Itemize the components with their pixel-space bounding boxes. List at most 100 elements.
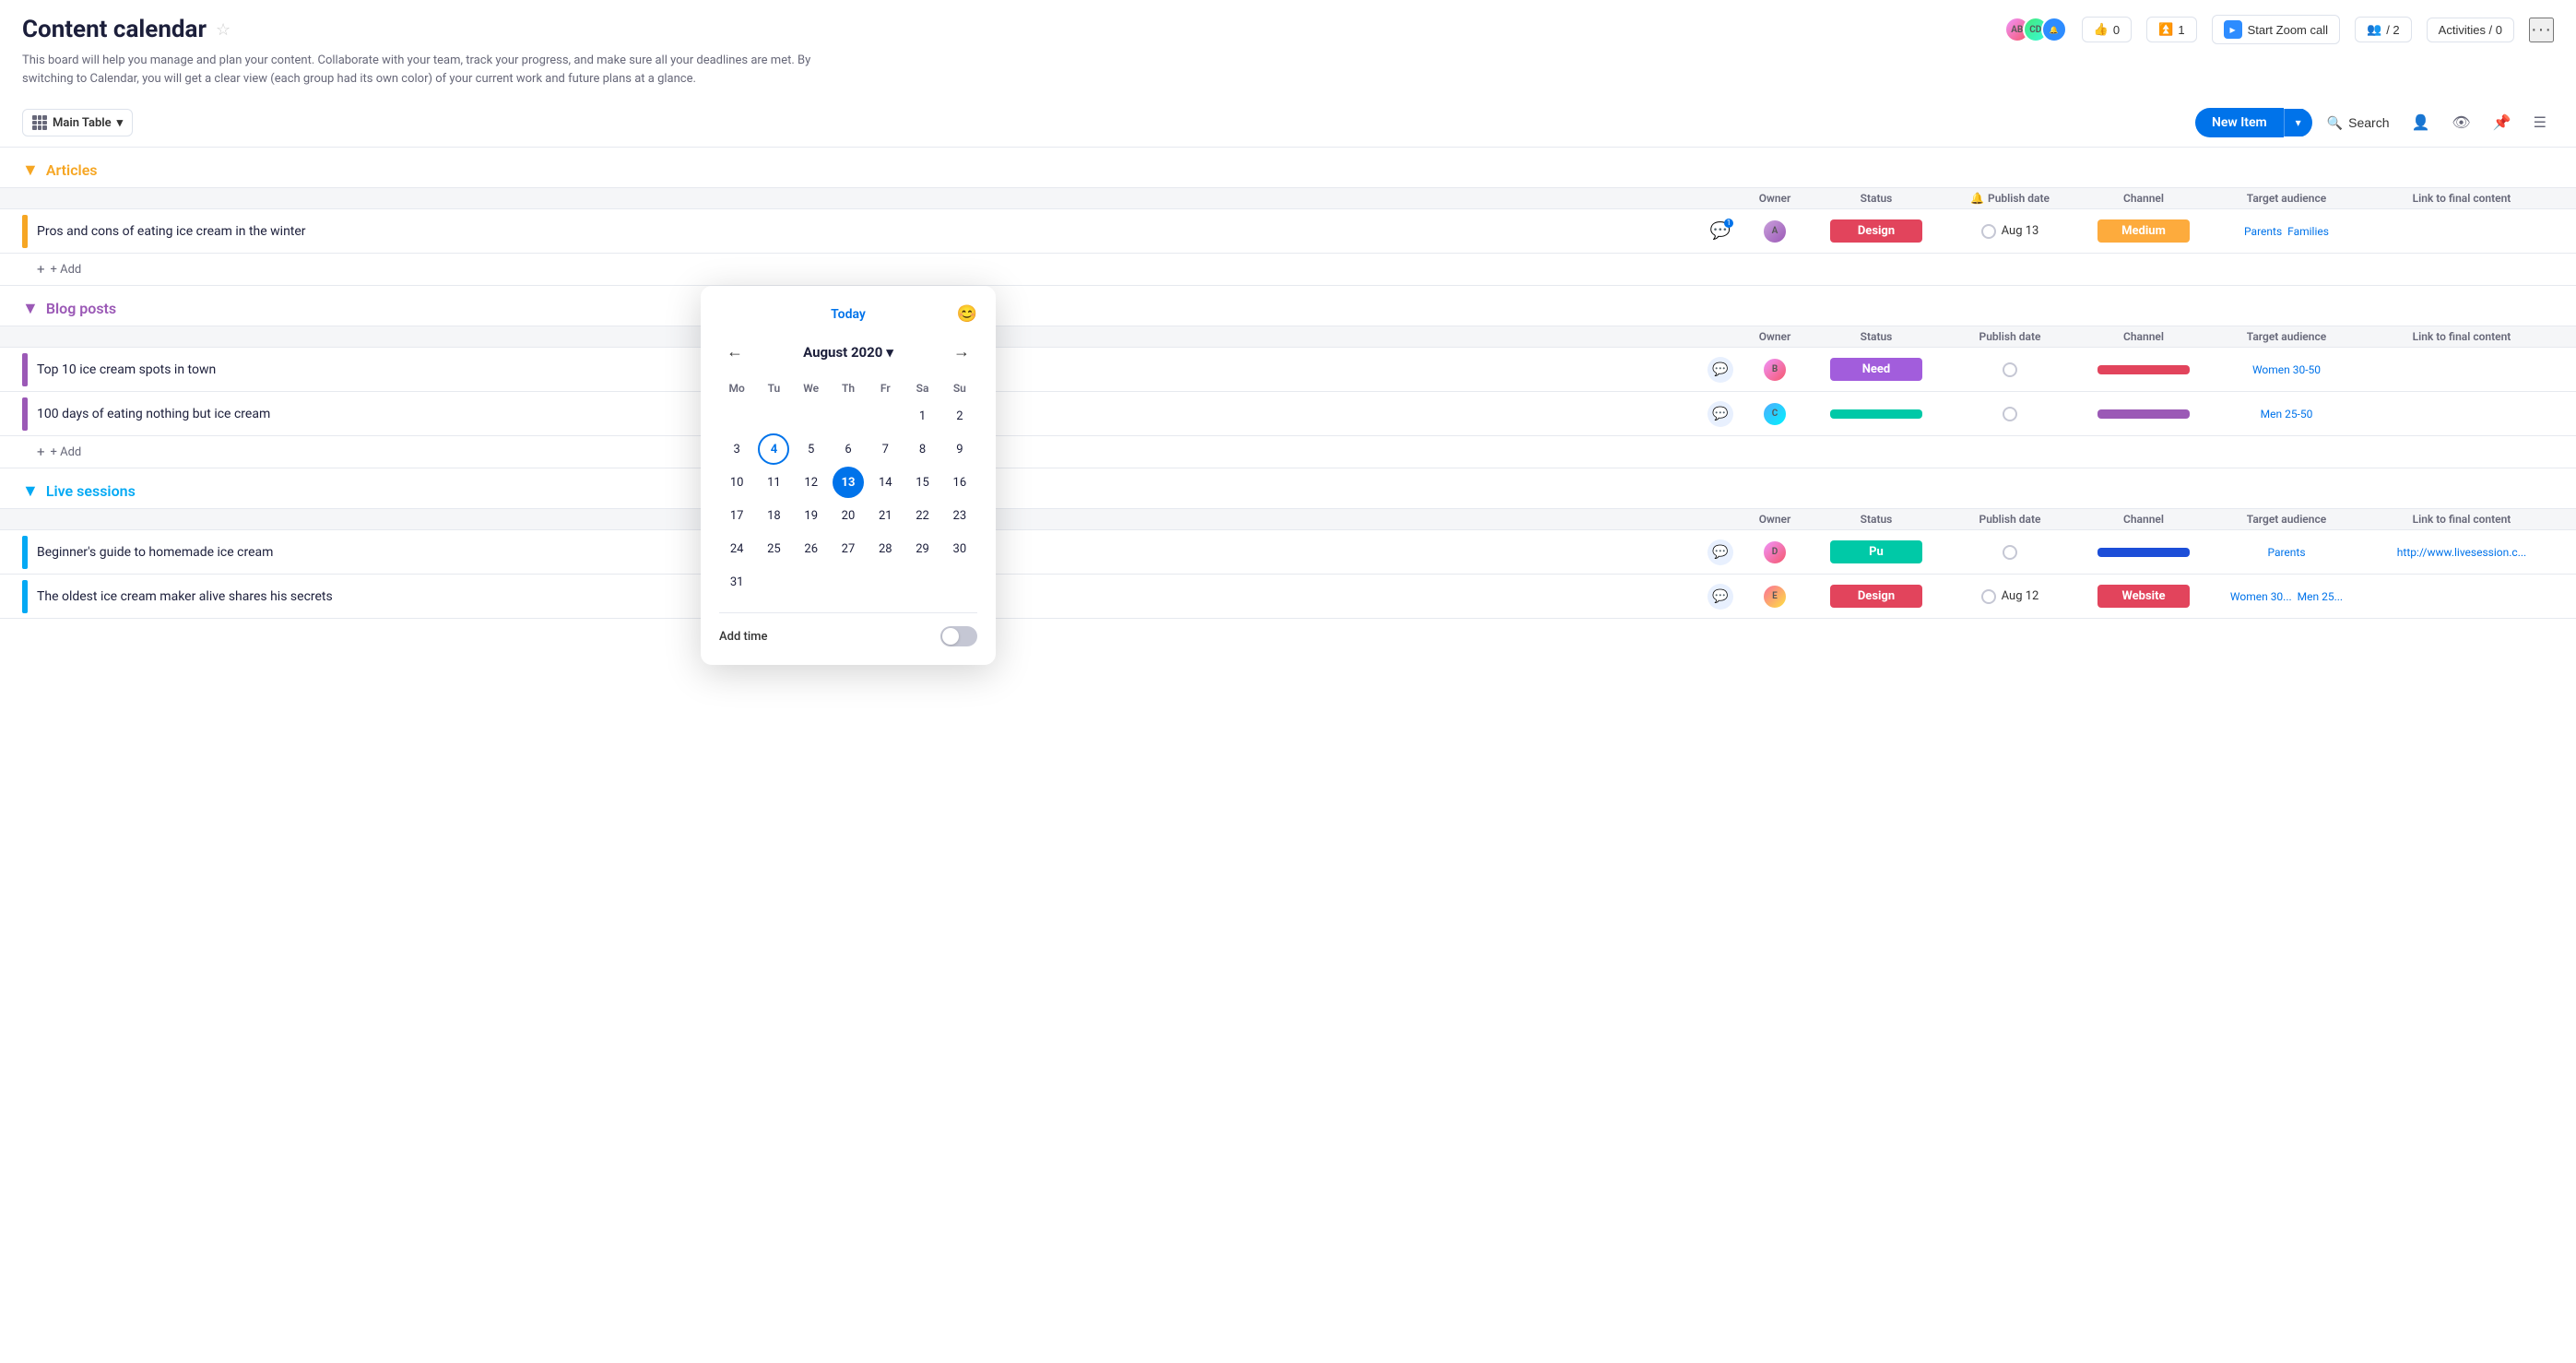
target-link[interactable]: Parents: [2244, 225, 2282, 238]
calendar-day[interactable]: 20: [833, 500, 864, 531]
new-item-dropdown-icon[interactable]: ▾: [2284, 109, 2312, 136]
row-channel[interactable]: [2084, 365, 2204, 374]
table-switcher[interactable]: Main Table ▾: [22, 109, 133, 136]
channel-badge[interactable]: [2097, 409, 2190, 419]
reactions-button[interactable]: 👍 0: [2082, 17, 2132, 42]
calendar-day[interactable]: 6: [833, 433, 864, 465]
row-status[interactable]: Design: [1816, 219, 1936, 243]
channel-badge[interactable]: Medium: [2097, 219, 2190, 243]
calendar-emoji-button[interactable]: 😊: [957, 304, 977, 324]
calendar-day[interactable]: 13: [833, 467, 864, 498]
target-link[interactable]: Families: [2287, 225, 2329, 238]
calendar-day[interactable]: 22: [907, 500, 939, 531]
calendar-month-label[interactable]: August 2020 ▾: [803, 344, 893, 361]
person-icon-button[interactable]: 👤: [2405, 110, 2438, 136]
target-link[interactable]: Men 25-50: [2261, 408, 2313, 421]
target-link[interactable]: Men 25...: [2298, 590, 2343, 603]
target-link[interactable]: Women 30...: [2230, 590, 2292, 603]
calendar-day[interactable]: 3: [721, 433, 752, 465]
calendar-day[interactable]: 25: [758, 533, 789, 564]
group-blog-icon: ▼: [22, 299, 39, 318]
calendar-grid: Mo Tu We Th Fr Sa Su 1234567891011121314…: [719, 378, 977, 598]
channel-badge[interactable]: [2097, 365, 2190, 374]
row-status[interactable]: Design: [1816, 585, 1936, 608]
row-status[interactable]: Pu: [1816, 540, 1936, 563]
channel-badge[interactable]: [2097, 548, 2190, 557]
link-text[interactable]: http://www.livesession.c...: [2397, 546, 2526, 559]
comment-button[interactable]: 💬: [1707, 401, 1733, 427]
calendar-day[interactable]: 31: [721, 566, 752, 598]
calendar-day[interactable]: 7: [869, 433, 901, 465]
eye-icon-button[interactable]: 👁: [2444, 110, 2477, 136]
calendar-prev-button[interactable]: ←: [719, 338, 750, 365]
calendar-day[interactable]: 15: [907, 467, 939, 498]
calendar-day[interactable]: 1: [907, 400, 939, 432]
bell-icon: 🔔: [1970, 192, 1984, 205]
activities-button[interactable]: Activities / 0: [2427, 18, 2514, 42]
target-link[interactable]: Women 30-50: [2252, 363, 2321, 376]
calendar-day[interactable]: 23: [944, 500, 975, 531]
row-channel[interactable]: Website: [2084, 585, 2204, 608]
calendar-day[interactable]: 17: [721, 500, 752, 531]
row-publish-date[interactable]: [1936, 362, 2084, 377]
header-actions: AB CD 🔔 👍 0 ⏫ 1 Start Zoom call 👥 / 2: [2004, 15, 2554, 44]
updates-button[interactable]: ⏫ 1: [2146, 17, 2196, 42]
calendar-next-button[interactable]: →: [946, 338, 977, 365]
status-badge[interactable]: [1830, 409, 1922, 419]
row-channel[interactable]: Medium: [2084, 219, 2204, 243]
row-status[interactable]: [1816, 409, 1936, 419]
people-button[interactable]: 👥 / 2: [2355, 17, 2412, 42]
row-publish-date[interactable]: Aug 12: [1936, 589, 2084, 604]
people-icon: 👥: [2367, 22, 2381, 37]
status-badge[interactable]: Design: [1830, 219, 1922, 243]
row-channel[interactable]: [2084, 409, 2204, 419]
zoom-call-button[interactable]: Start Zoom call: [2212, 15, 2340, 44]
add-time-toggle[interactable]: [940, 626, 977, 646]
status-badge[interactable]: Pu: [1830, 540, 1922, 563]
status-badge[interactable]: Design: [1830, 585, 1922, 608]
calendar-today-button[interactable]: Today: [805, 307, 891, 322]
calendar-day[interactable]: 2: [944, 400, 975, 432]
col-publish: 🔔 Publish date: [1936, 192, 2084, 205]
comment-button[interactable]: 💬: [1707, 357, 1733, 383]
calendar-day[interactable]: 19: [796, 500, 827, 531]
search-button[interactable]: 🔍 Search: [2320, 110, 2397, 136]
calendar-day[interactable]: 8: [907, 433, 939, 465]
calendar-day[interactable]: 11: [758, 467, 789, 498]
table-name: Main Table: [53, 116, 112, 130]
calendar-day[interactable]: 10: [721, 467, 752, 498]
calendar-day[interactable]: 5: [796, 433, 827, 465]
new-item-button[interactable]: New Item ▾: [2195, 108, 2312, 137]
calendar-day[interactable]: 18: [758, 500, 789, 531]
filter-icon-button[interactable]: ☰: [2526, 110, 2554, 136]
row-publish-date[interactable]: Aug 13: [1936, 224, 2084, 239]
calendar-day[interactable]: 28: [869, 533, 901, 564]
target-link[interactable]: Parents: [2267, 546, 2305, 559]
pin-icon-button[interactable]: 📌: [2486, 110, 2519, 136]
calendar-day[interactable]: 21: [869, 500, 901, 531]
status-badge[interactable]: Need: [1830, 358, 1922, 381]
star-icon[interactable]: ☆: [216, 20, 230, 40]
comment-button[interactable]: 💬: [1707, 584, 1733, 610]
calendar-day[interactable]: 29: [907, 533, 939, 564]
calendar-day[interactable]: 14: [869, 467, 901, 498]
row-publish-date[interactable]: [1936, 407, 2084, 421]
calendar-day[interactable]: 12: [796, 467, 827, 498]
row-publish-date[interactable]: [1936, 545, 2084, 560]
calendar-day[interactable]: 26: [796, 533, 827, 564]
row-channel[interactable]: [2084, 548, 2204, 557]
calendar-day[interactable]: 9: [944, 433, 975, 465]
add-articles-row[interactable]: + + Add: [0, 254, 2576, 286]
calendar-day[interactable]: 24: [721, 533, 752, 564]
more-options-button[interactable]: ···: [2529, 18, 2554, 42]
calendar-day[interactable]: 30: [944, 533, 975, 564]
comment-button[interactable]: 💬: [1707, 539, 1733, 565]
col-owner: Owner: [1733, 330, 1816, 343]
calendar-day[interactable]: 4: [758, 433, 789, 465]
channel-badge[interactable]: Website: [2097, 585, 2190, 608]
calendar-day[interactable]: 27: [833, 533, 864, 564]
add-blog-row[interactable]: + + Add: [0, 436, 2576, 468]
calendar-day[interactable]: 16: [944, 467, 975, 498]
row-status[interactable]: Need: [1816, 358, 1936, 381]
comment-notification-button[interactable]: 💬 1: [1707, 219, 1733, 244]
